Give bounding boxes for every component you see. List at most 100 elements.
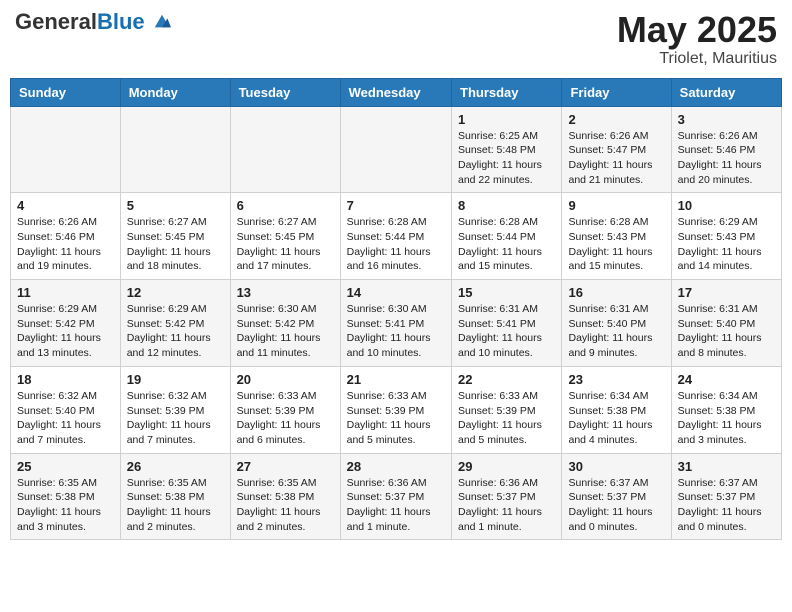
sunrise-label: Sunrise: 6:26 AM [678,130,758,142]
daylight-label: Daylight: 11 hours and 14 minutes. [678,246,762,273]
day-info: Sunrise: 6:26 AM Sunset: 5:46 PM Dayligh… [678,129,775,188]
sunset-label: Sunset: 5:38 PM [17,491,95,503]
daylight-label: Daylight: 11 hours and 3 minutes. [17,506,101,533]
calendar-cell: 13 Sunrise: 6:30 AM Sunset: 5:42 PM Dayl… [230,280,340,367]
sunset-label: Sunset: 5:39 PM [237,405,315,417]
calendar-table: SundayMondayTuesdayWednesdayThursdayFrid… [10,78,782,541]
sunset-label: Sunset: 5:37 PM [568,491,646,503]
daylight-label: Daylight: 11 hours and 10 minutes. [347,332,431,359]
daylight-label: Daylight: 11 hours and 20 minutes. [678,159,762,186]
calendar-cell: 12 Sunrise: 6:29 AM Sunset: 5:42 PM Dayl… [120,280,230,367]
day-info: Sunrise: 6:36 AM Sunset: 5:37 PM Dayligh… [458,476,555,535]
calendar-cell: 7 Sunrise: 6:28 AM Sunset: 5:44 PM Dayli… [340,193,451,280]
title-block: May 2025 Triolet, Mauritius [617,10,777,68]
logo-blue-text: Blue [97,9,145,34]
calendar-cell: 29 Sunrise: 6:36 AM Sunset: 5:37 PM Dayl… [452,453,562,540]
day-info: Sunrise: 6:28 AM Sunset: 5:43 PM Dayligh… [568,215,664,274]
day-info: Sunrise: 6:32 AM Sunset: 5:40 PM Dayligh… [17,389,114,448]
day-info: Sunrise: 6:31 AM Sunset: 5:40 PM Dayligh… [678,302,775,361]
day-number: 23 [568,372,664,387]
daylight-label: Daylight: 11 hours and 5 minutes. [347,419,431,446]
day-info: Sunrise: 6:27 AM Sunset: 5:45 PM Dayligh… [237,215,334,274]
daylight-label: Daylight: 11 hours and 12 minutes. [127,332,211,359]
sunset-label: Sunset: 5:43 PM [568,231,646,243]
daylight-label: Daylight: 11 hours and 18 minutes. [127,246,211,273]
sunset-label: Sunset: 5:40 PM [568,318,646,330]
sunset-label: Sunset: 5:41 PM [347,318,425,330]
day-info: Sunrise: 6:26 AM Sunset: 5:47 PM Dayligh… [568,129,664,188]
sunset-label: Sunset: 5:48 PM [458,144,536,156]
calendar-week-row: 4 Sunrise: 6:26 AM Sunset: 5:46 PM Dayli… [11,193,782,280]
day-header-monday: Monday [120,78,230,106]
calendar-week-row: 18 Sunrise: 6:32 AM Sunset: 5:40 PM Dayl… [11,366,782,453]
day-number: 9 [568,198,664,213]
sunset-label: Sunset: 5:44 PM [347,231,425,243]
daylight-label: Daylight: 11 hours and 0 minutes. [678,506,762,533]
calendar-week-row: 11 Sunrise: 6:29 AM Sunset: 5:42 PM Dayl… [11,280,782,367]
calendar-cell: 11 Sunrise: 6:29 AM Sunset: 5:42 PM Dayl… [11,280,121,367]
sunrise-label: Sunrise: 6:34 AM [678,390,758,402]
day-header-friday: Friday [562,78,671,106]
daylight-label: Daylight: 11 hours and 1 minute. [458,506,542,533]
day-info: Sunrise: 6:34 AM Sunset: 5:38 PM Dayligh… [678,389,775,448]
calendar-cell: 19 Sunrise: 6:32 AM Sunset: 5:39 PM Dayl… [120,366,230,453]
day-number: 28 [347,459,445,474]
day-info: Sunrise: 6:25 AM Sunset: 5:48 PM Dayligh… [458,129,555,188]
sunrise-label: Sunrise: 6:35 AM [17,477,97,489]
day-number: 30 [568,459,664,474]
day-info: Sunrise: 6:31 AM Sunset: 5:40 PM Dayligh… [568,302,664,361]
location-subtitle: Triolet, Mauritius [617,50,777,68]
calendar-cell: 20 Sunrise: 6:33 AM Sunset: 5:39 PM Dayl… [230,366,340,453]
day-info: Sunrise: 6:29 AM Sunset: 5:42 PM Dayligh… [127,302,224,361]
day-number: 21 [347,372,445,387]
sunrise-label: Sunrise: 6:31 AM [678,303,758,315]
day-info: Sunrise: 6:33 AM Sunset: 5:39 PM Dayligh… [347,389,445,448]
day-number: 19 [127,372,224,387]
sunrise-label: Sunrise: 6:32 AM [17,390,97,402]
sunrise-label: Sunrise: 6:37 AM [678,477,758,489]
daylight-label: Daylight: 11 hours and 17 minutes. [237,246,321,273]
calendar-cell [340,106,451,193]
day-number: 29 [458,459,555,474]
day-number: 4 [17,198,114,213]
day-header-thursday: Thursday [452,78,562,106]
calendar-cell: 8 Sunrise: 6:28 AM Sunset: 5:44 PM Dayli… [452,193,562,280]
sunrise-label: Sunrise: 6:34 AM [568,390,648,402]
sunset-label: Sunset: 5:45 PM [237,231,315,243]
day-number: 26 [127,459,224,474]
sunrise-label: Sunrise: 6:30 AM [347,303,427,315]
sunset-label: Sunset: 5:39 PM [458,405,536,417]
sunset-label: Sunset: 5:42 PM [17,318,95,330]
day-number: 6 [237,198,334,213]
calendar-cell: 2 Sunrise: 6:26 AM Sunset: 5:47 PM Dayli… [562,106,671,193]
sunrise-label: Sunrise: 6:27 AM [237,216,317,228]
day-number: 8 [458,198,555,213]
day-number: 1 [458,112,555,127]
daylight-label: Daylight: 11 hours and 4 minutes. [568,419,652,446]
sunrise-label: Sunrise: 6:30 AM [237,303,317,315]
sunrise-label: Sunrise: 6:26 AM [568,130,648,142]
daylight-label: Daylight: 11 hours and 0 minutes. [568,506,652,533]
sunrise-label: Sunrise: 6:31 AM [458,303,538,315]
day-number: 18 [17,372,114,387]
daylight-label: Daylight: 11 hours and 11 minutes. [237,332,321,359]
calendar-cell: 23 Sunrise: 6:34 AM Sunset: 5:38 PM Dayl… [562,366,671,453]
calendar-cell: 16 Sunrise: 6:31 AM Sunset: 5:40 PM Dayl… [562,280,671,367]
day-number: 7 [347,198,445,213]
daylight-label: Daylight: 11 hours and 9 minutes. [568,332,652,359]
calendar-cell: 25 Sunrise: 6:35 AM Sunset: 5:38 PM Dayl… [11,453,121,540]
sunset-label: Sunset: 5:37 PM [347,491,425,503]
month-title: May 2025 [617,10,777,50]
daylight-label: Daylight: 11 hours and 2 minutes. [127,506,211,533]
day-number: 31 [678,459,775,474]
day-info: Sunrise: 6:29 AM Sunset: 5:42 PM Dayligh… [17,302,114,361]
day-number: 17 [678,285,775,300]
day-info: Sunrise: 6:33 AM Sunset: 5:39 PM Dayligh… [458,389,555,448]
calendar-cell: 21 Sunrise: 6:33 AM Sunset: 5:39 PM Dayl… [340,366,451,453]
calendar-cell: 15 Sunrise: 6:31 AM Sunset: 5:41 PM Dayl… [452,280,562,367]
sunset-label: Sunset: 5:38 PM [127,491,205,503]
sunset-label: Sunset: 5:37 PM [458,491,536,503]
day-info: Sunrise: 6:31 AM Sunset: 5:41 PM Dayligh… [458,302,555,361]
sunset-label: Sunset: 5:38 PM [678,405,756,417]
day-number: 25 [17,459,114,474]
